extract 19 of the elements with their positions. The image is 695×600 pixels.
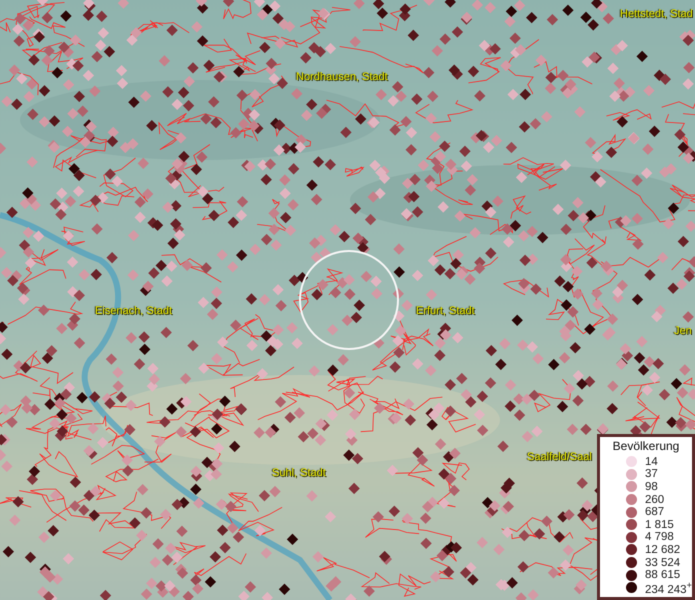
legend-label: 234 243$^{+}$ <box>645 580 692 596</box>
legend-label: 37 <box>645 468 658 480</box>
place-label: Erfurt, Stadt <box>416 305 475 318</box>
legend-label: 33 524 <box>645 556 680 569</box>
legend-label: 687 <box>645 506 664 518</box>
place-label: Saalfeld/Saal <box>527 451 592 464</box>
legend-title: Bevölkerung <box>612 439 680 454</box>
place-label: Nordhausen, Stadt <box>296 71 388 84</box>
legend-label: 14 <box>645 456 658 468</box>
place-label: Jen <box>674 325 692 338</box>
legend-label: 98 <box>645 480 658 493</box>
place-label: Suhl, Stadt <box>272 467 326 480</box>
legend-label: 4 798 <box>645 531 674 544</box>
legend-label: 1 815 <box>645 518 674 531</box>
place-label: Hettstedt, Stad <box>620 8 693 21</box>
legend-label: 12 682 <box>645 544 680 556</box>
place-label: Eisenach, Stadt <box>95 305 172 318</box>
legend-label: 260 <box>645 494 664 506</box>
legend-label: 88 615 <box>645 569 680 582</box>
